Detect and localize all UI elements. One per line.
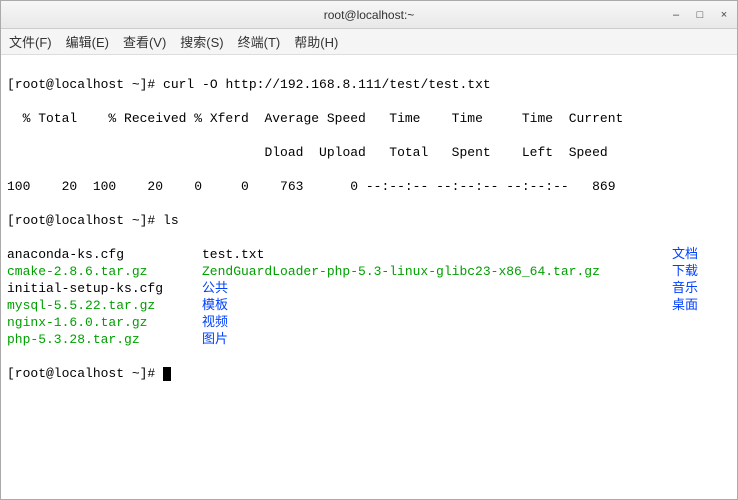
ls-row: cmake-2.8.6.tar.gzZendGuardLoader-php-5.… [7, 263, 731, 280]
ls-cell [672, 331, 731, 348]
minimize-button[interactable]: – [669, 8, 683, 22]
ls-output: anaconda-ks.cfgtest.txt文档cmake-2.8.6.tar… [7, 246, 731, 348]
ls-row: mysql-5.5.22.tar.gz模板桌面 [7, 297, 731, 314]
ls-cell: nginx-1.6.0.tar.gz [7, 314, 202, 331]
ls-cell: 文档 [672, 246, 731, 263]
prompt: [root@localhost ~]# [7, 77, 163, 92]
ls-cell: 公共 [202, 280, 672, 297]
menu-terminal[interactable]: 终端(T) [238, 32, 281, 51]
curl-progress: 100 20 100 20 0 0 763 0 --:--:-- --:--:-… [7, 178, 731, 195]
maximize-button[interactable]: □ [693, 8, 707, 22]
cmd-ls: ls [163, 213, 179, 228]
window-title: root@localhost:~ [324, 8, 415, 22]
menu-help[interactable]: 帮助(H) [294, 32, 338, 51]
curl-header: % Total % Received % Xferd Average Speed… [7, 110, 731, 127]
ls-cell: ZendGuardLoader-php-5.3-linux-glibc23-x8… [202, 263, 672, 280]
ls-cell: anaconda-ks.cfg [7, 246, 202, 263]
curl-header2: Dload Upload Total Spent Left Speed [7, 144, 731, 161]
titlebar: root@localhost:~ – □ × [1, 1, 737, 29]
cursor [163, 367, 171, 381]
ls-cell: 下载 [672, 263, 731, 280]
window-controls: – □ × [669, 8, 731, 22]
prompt: [root@localhost ~]# [7, 366, 163, 381]
ls-cell: php-5.3.28.tar.gz [7, 331, 202, 348]
ls-cell: 音乐 [672, 280, 731, 297]
terminal-window: root@localhost:~ – □ × 文件(F) 编辑(E) 查看(V)… [0, 0, 738, 500]
menu-edit[interactable]: 编辑(E) [66, 32, 109, 51]
ls-cell [672, 314, 731, 331]
ls-row: nginx-1.6.0.tar.gz视频 [7, 314, 731, 331]
ls-cell: cmake-2.8.6.tar.gz [7, 263, 202, 280]
menubar: 文件(F) 编辑(E) 查看(V) 搜索(S) 终端(T) 帮助(H) [1, 29, 737, 55]
ls-cell: 图片 [202, 331, 672, 348]
menu-file[interactable]: 文件(F) [9, 32, 52, 51]
ls-cell: initial-setup-ks.cfg [7, 280, 202, 297]
prompt: [root@localhost ~]# [7, 213, 163, 228]
ls-cell: 视频 [202, 314, 672, 331]
ls-cell: 桌面 [672, 297, 731, 314]
ls-row: php-5.3.28.tar.gz图片 [7, 331, 731, 348]
ls-cell: 模板 [202, 297, 672, 314]
ls-cell: test.txt [202, 246, 672, 263]
ls-cell: mysql-5.5.22.tar.gz [7, 297, 202, 314]
close-button[interactable]: × [717, 8, 731, 22]
menu-view[interactable]: 查看(V) [123, 32, 166, 51]
terminal-area[interactable]: [root@localhost ~]# curl -O http://192.1… [1, 55, 737, 499]
ls-row: initial-setup-ks.cfg公共音乐 [7, 280, 731, 297]
cmd-curl: curl -O http://192.168.8.111/test/test.t… [163, 77, 491, 92]
ls-row: anaconda-ks.cfgtest.txt文档 [7, 246, 731, 263]
menu-search[interactable]: 搜索(S) [180, 32, 223, 51]
